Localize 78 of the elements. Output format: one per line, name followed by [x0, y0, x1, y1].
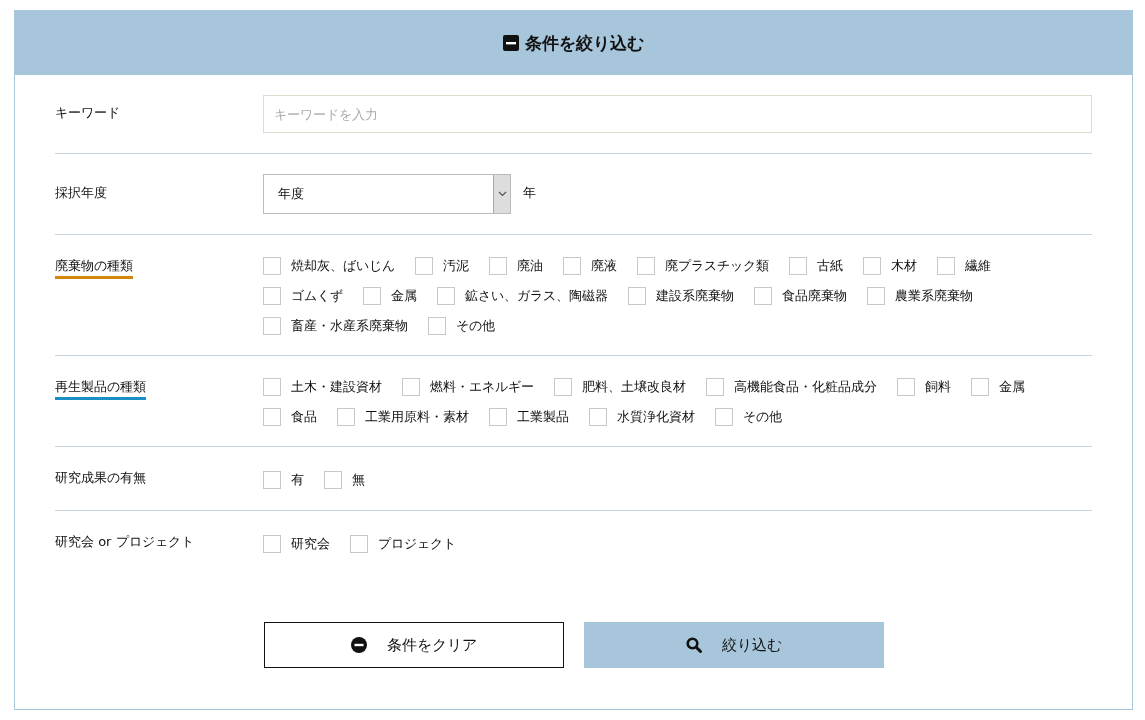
checkbox[interactable] — [263, 287, 281, 305]
checkbox[interactable] — [350, 534, 368, 553]
checkbox-label: 金属 — [999, 378, 1025, 396]
field-label: 研究成果の有無 — [55, 469, 146, 487]
checkbox[interactable] — [563, 257, 581, 275]
checkbox-label: 食品廃棄物 — [782, 287, 847, 305]
checkbox-label: 水質浄化資材 — [617, 408, 695, 426]
checkbox[interactable] — [628, 287, 646, 305]
field-label: 廃棄物の種類 — [55, 257, 133, 279]
checkbox[interactable] — [971, 378, 989, 396]
checkbox[interactable] — [715, 408, 733, 426]
year-select[interactable]: 年度 — [263, 174, 511, 214]
keyword-input[interactable]: キーワードを入力 — [263, 95, 1092, 133]
checkbox[interactable] — [867, 287, 885, 305]
checkbox[interactable] — [415, 257, 433, 275]
checkbox-label: 建設系廃棄物 — [656, 287, 734, 305]
checkbox-label: 木材 — [891, 257, 917, 275]
checkbox-label: その他 — [743, 408, 782, 426]
checkbox[interactable] — [363, 287, 381, 305]
field-label: 採択年度 — [55, 183, 107, 202]
checkbox-label: プロジェクト — [378, 534, 456, 553]
checkbox[interactable] — [437, 287, 455, 305]
panel-title: 条件を絞り込む — [525, 31, 644, 55]
checkbox-label: 畜産・水産系廃棄物 — [291, 317, 408, 335]
checkbox[interactable] — [263, 257, 281, 275]
checkbox-label: 燃料・エネルギー — [430, 378, 534, 396]
search-button[interactable]: 絞り込む — [583, 622, 884, 668]
checkbox[interactable] — [263, 534, 281, 553]
checkbox-label: 廃プラスチック類 — [665, 257, 769, 275]
checkbox-label: その他 — [456, 317, 495, 335]
checkbox[interactable] — [337, 408, 355, 426]
checkbox-label: 古紙 — [817, 257, 843, 275]
checkbox[interactable] — [937, 257, 955, 275]
checkbox[interactable] — [489, 408, 507, 426]
checkbox-label: 肥料、土壌改良材 — [582, 378, 686, 396]
checkbox-label: 金属 — [391, 287, 417, 305]
checkbox[interactable] — [263, 317, 281, 335]
chevron-down-icon — [497, 191, 507, 197]
checkbox-label: 繊維 — [965, 257, 991, 275]
checkbox-label: 廃液 — [591, 257, 617, 275]
checkbox-label: 飼料 — [925, 378, 951, 396]
checkbox[interactable] — [589, 408, 607, 426]
checkbox-label: 研究会 — [291, 534, 330, 553]
checkbox-label: ゴムくず — [291, 287, 343, 305]
checkbox[interactable] — [263, 470, 281, 489]
clear-button[interactable]: 条件をクリア — [263, 622, 564, 668]
checkbox[interactable] — [402, 378, 420, 396]
checkbox[interactable] — [554, 378, 572, 396]
checkbox[interactable] — [754, 287, 772, 305]
minus-circle-icon — [350, 637, 367, 653]
checkbox-label: 有 — [291, 470, 304, 489]
checkbox-label: 汚泥 — [443, 257, 469, 275]
checkbox-label: 土木・建設資材 — [291, 378, 382, 396]
checkbox[interactable] — [897, 378, 915, 396]
checkbox-label: 焼却灰、ばいじん — [291, 257, 395, 275]
checkbox[interactable] — [706, 378, 724, 396]
checkbox-label: 無 — [352, 470, 365, 489]
checkbox[interactable] — [637, 257, 655, 275]
checkbox[interactable] — [263, 378, 281, 396]
search-icon — [685, 637, 702, 653]
checkbox-label: 工業製品 — [517, 408, 569, 426]
checkbox[interactable] — [489, 257, 507, 275]
field-label: キーワード — [55, 103, 120, 122]
field-label: 研究会 or プロジェクト — [55, 533, 194, 551]
minus-square-icon — [503, 35, 519, 51]
checkbox[interactable] — [428, 317, 446, 335]
checkbox[interactable] — [789, 257, 807, 275]
checkbox[interactable] — [263, 408, 281, 426]
checkbox-label: 高機能食品・化粧品成分 — [734, 378, 877, 396]
checkbox-label: 食品 — [291, 408, 317, 426]
unit-label: 年 — [523, 184, 536, 202]
field-label: 再生製品の種類 — [55, 378, 146, 400]
checkbox-label: 農業系廃棄物 — [895, 287, 973, 305]
checkbox[interactable] — [324, 470, 342, 489]
checkbox-label: 工業用原料・素材 — [365, 408, 469, 426]
checkbox[interactable] — [863, 257, 881, 275]
checkbox-label: 廃油 — [517, 257, 543, 275]
checkbox-label: 鉱さい、ガラス、陶磁器 — [465, 287, 608, 305]
